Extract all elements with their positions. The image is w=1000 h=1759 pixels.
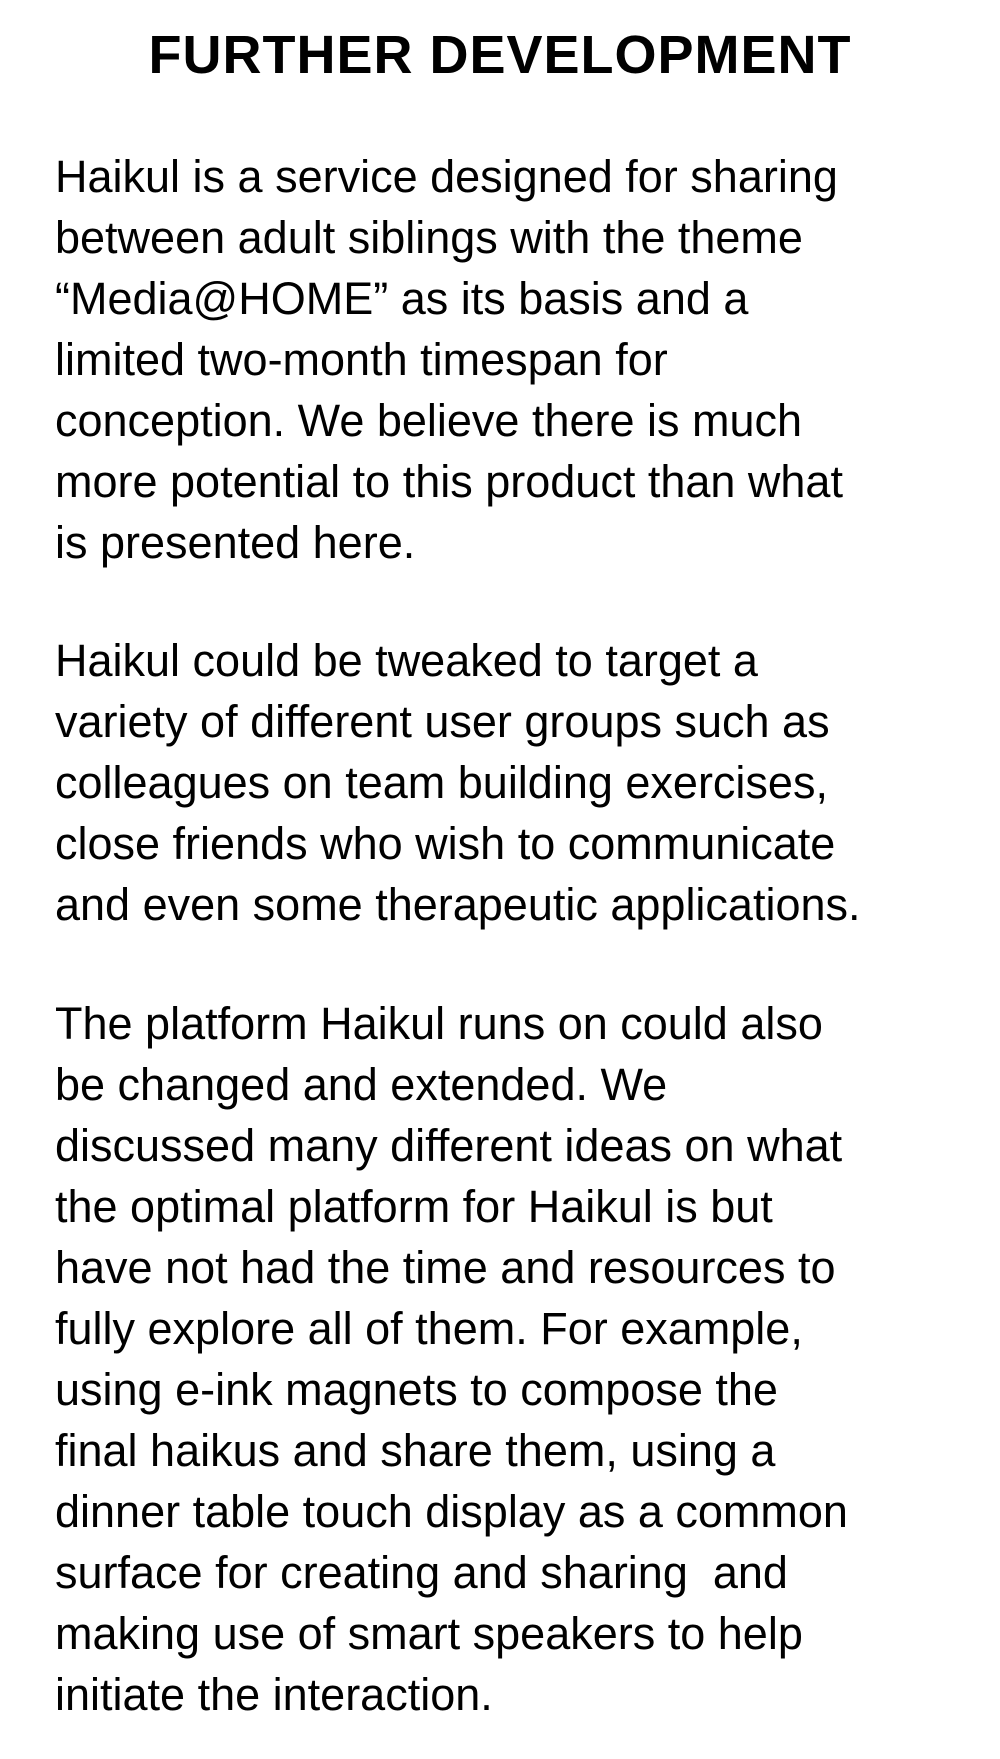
- paragraph-user-groups: Haikul could be tweaked to target a vari…: [55, 630, 990, 935]
- page-title: FURTHER DEVELOPMENT: [148, 25, 852, 85]
- paragraph-line: surface for creating and sharing and: [55, 1547, 788, 1598]
- paragraph-line: initiate the interaction.: [55, 1669, 493, 1720]
- paragraph-intro: Haikul is a service designed for sharing…: [55, 146, 990, 573]
- paragraph-line: have not had the time and resources to: [55, 1242, 836, 1293]
- paragraph-line: The platform Haikul runs on could also: [55, 998, 823, 1049]
- paragraph-line: fully explore all of them. For example,: [55, 1303, 803, 1354]
- paragraph-line: Haikul could be tweaked to target a: [55, 635, 758, 686]
- paragraph-line: and even some therapeutic applications.: [55, 879, 861, 930]
- paragraph-line: using e-ink magnets to compose the: [55, 1364, 778, 1415]
- paragraph-line: variety of different user groups such as: [55, 696, 830, 747]
- paragraph-line: making use of smart speakers to help: [55, 1608, 803, 1659]
- paragraph-line: colleagues on team building exercises,: [55, 757, 828, 808]
- paragraph-line: “Media@HOME” as its basis and a: [55, 273, 749, 324]
- paragraph-line: discussed many different ideas on what: [55, 1120, 843, 1171]
- paragraph-line: between adult siblings with the theme: [55, 212, 803, 263]
- paragraph-line: limited two-month timespan for: [55, 334, 668, 385]
- paragraph-line: the optimal platform for Haikul is but: [55, 1181, 773, 1232]
- paragraph-line: conception. We believe there is much: [55, 395, 803, 446]
- paragraph-line: dinner table touch display as a common: [55, 1486, 848, 1537]
- paragraph-platform: The platform Haikul runs on could also b…: [55, 993, 990, 1725]
- paragraph-line: final haikus and share them, using a: [55, 1425, 776, 1476]
- paragraph-line: more potential to this product than what: [55, 456, 843, 507]
- paragraph-line: be changed and extended. We: [55, 1059, 668, 1110]
- document-page: FURTHER DEVELOPMENT Haikul is a service …: [0, 0, 1000, 1759]
- paragraph-line: is presented here.: [55, 517, 416, 568]
- paragraph-line: close friends who wish to communicate: [55, 818, 836, 869]
- paragraph-line: Haikul is a service designed for sharing: [55, 151, 838, 202]
